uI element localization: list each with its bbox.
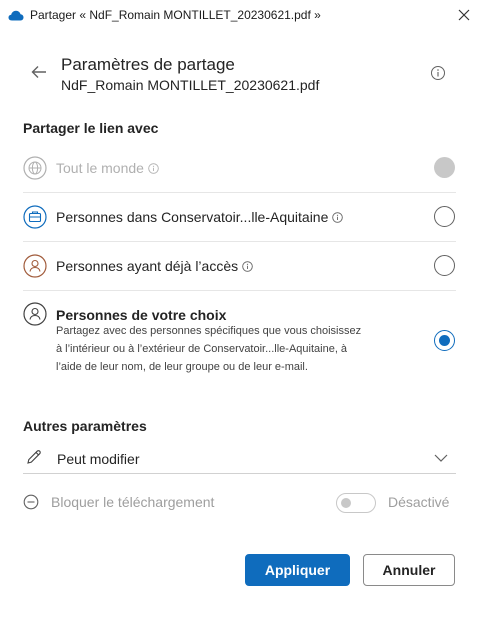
description-line: Partagez avec des personnes spécifiques … xyxy=(56,325,362,337)
option-specific-people-label: Personnes de votre choix xyxy=(56,307,227,323)
dropdown-underline xyxy=(23,473,456,474)
option-specific-people-description: Partagez avec des personnes spécifiques … xyxy=(56,322,396,376)
radio-selected-dot xyxy=(439,335,450,346)
block-download-label: Bloquer le téléchargement xyxy=(51,494,215,510)
organization-icon xyxy=(23,205,47,229)
pencil-icon xyxy=(27,450,41,464)
globe-icon xyxy=(23,156,47,180)
option-everyone: Tout le monde xyxy=(23,155,456,181)
chevron-down-icon xyxy=(434,454,448,462)
option-organization-label: Personnes dans Conservatoir...lle-Aquita… xyxy=(56,209,329,225)
option-existing-access-label: Personnes ayant déjà l’accès xyxy=(56,258,239,274)
option-everyone-label: Tout le monde xyxy=(56,160,144,176)
info-icon[interactable] xyxy=(242,260,253,272)
person-icon xyxy=(23,302,47,326)
description-line: à l’intérieur ou à l’extérieur de Conser… xyxy=(56,343,348,355)
block-icon xyxy=(23,494,39,510)
other-settings-heading: Autres paramètres xyxy=(23,418,147,434)
option-organization[interactable]: Personnes dans Conservatoir...lle-Aquita… xyxy=(23,204,456,230)
cancel-button[interactable]: Annuler xyxy=(363,554,455,586)
divider xyxy=(23,241,456,242)
back-arrow-icon[interactable] xyxy=(30,63,48,81)
radio-organization[interactable] xyxy=(434,206,455,227)
window-title: Partager « NdF_Romain MONTILLET_20230621… xyxy=(30,8,321,22)
info-icon[interactable] xyxy=(430,65,446,81)
toggle-state-label: Désactivé xyxy=(388,494,450,510)
page-title: Paramètres de partage xyxy=(61,55,235,74)
info-icon xyxy=(148,162,159,174)
radio-existing-access[interactable] xyxy=(434,255,455,276)
toggle-knob xyxy=(341,498,351,508)
divider xyxy=(23,290,456,291)
share-with-heading: Partager le lien avec xyxy=(23,120,159,136)
block-download-toggle xyxy=(336,493,376,513)
person-access-icon xyxy=(23,254,47,278)
permission-dropdown[interactable]: Peut modifier xyxy=(23,445,456,473)
divider xyxy=(23,192,456,193)
window-titlebar: Partager « NdF_Romain MONTILLET_20230621… xyxy=(0,0,478,32)
info-icon[interactable] xyxy=(332,211,344,223)
radio-everyone xyxy=(434,157,455,178)
option-existing-access[interactable]: Personnes ayant déjà l’accès xyxy=(23,253,456,279)
permission-label: Peut modifier xyxy=(57,451,140,467)
close-icon[interactable] xyxy=(454,5,474,25)
onedrive-cloud-icon xyxy=(8,10,24,21)
file-name: NdF_Romain MONTILLET_20230621.pdf xyxy=(61,77,320,93)
apply-button[interactable]: Appliquer xyxy=(245,554,350,586)
description-line: l’aide de leur nom, de leur groupe ou de… xyxy=(56,361,308,373)
radio-specific-people[interactable] xyxy=(434,330,455,351)
